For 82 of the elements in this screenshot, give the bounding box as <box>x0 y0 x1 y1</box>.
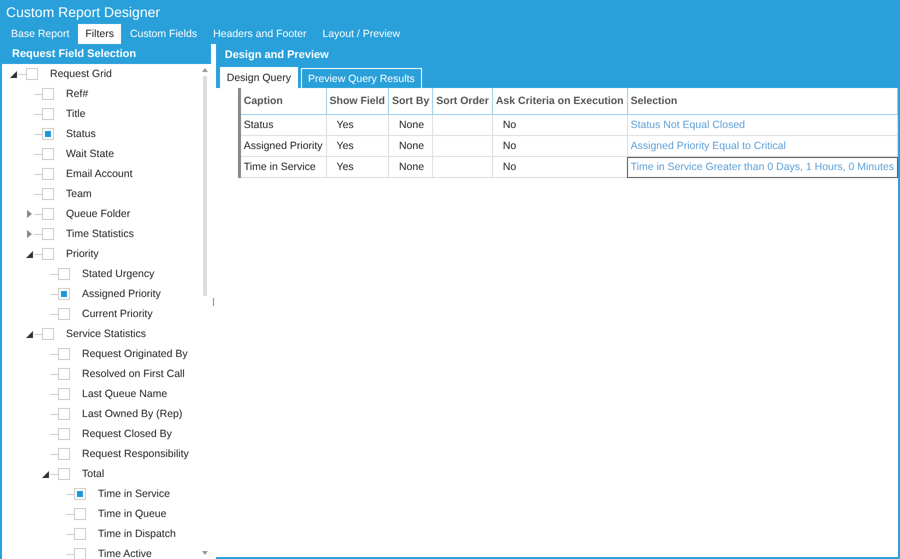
tree-item-label[interactable]: Resolved on First Call <box>82 368 185 380</box>
tree-item-label[interactable]: Stated Urgency <box>82 268 154 280</box>
checkbox[interactable] <box>42 328 54 340</box>
scroll-down-arrow-icon[interactable] <box>202 551 208 555</box>
tree-item-label[interactable]: Last Queue Name <box>82 388 168 400</box>
tree-item-label[interactable]: Current Priority <box>82 308 153 320</box>
checkbox[interactable] <box>58 388 70 400</box>
column-header[interactable]: Show Field <box>326 88 388 114</box>
table-cell[interactable]: Time in Service <box>240 156 326 178</box>
table-cell[interactable]: Status <box>240 114 326 136</box>
table-cell[interactable]: No <box>492 136 628 156</box>
tree-item-label[interactable]: Time in Dispatch <box>98 528 176 540</box>
tree-item-label[interactable]: Request Responsibility <box>82 448 189 460</box>
tree-item-label[interactable]: Time in Service <box>98 488 170 500</box>
scrollbar-thumb[interactable] <box>203 76 208 296</box>
checkbox[interactable] <box>58 368 70 380</box>
tab[interactable]: Filters <box>78 24 121 44</box>
checkbox[interactable] <box>42 148 54 160</box>
panel-header: Design and Preview <box>224 48 330 63</box>
tree-item-label[interactable]: Wait State <box>66 148 114 160</box>
expanded-triangle-icon[interactable] <box>10 70 16 78</box>
checkbox[interactable] <box>58 448 70 460</box>
panel-header: Request Field Selection <box>11 47 138 62</box>
tree-item-label[interactable]: Request Grid <box>50 68 112 80</box>
checkbox[interactable] <box>58 268 70 280</box>
tree-item-label[interactable]: Assigned Priority <box>82 288 161 300</box>
checkbox[interactable] <box>42 88 54 100</box>
checkbox[interactable] <box>42 188 54 200</box>
tab[interactable]: Design Query <box>220 67 298 88</box>
table-cell[interactable]: Yes <box>326 156 388 178</box>
checkbox[interactable] <box>58 288 70 300</box>
expanded-triangle-icon[interactable] <box>26 250 32 258</box>
checkbox[interactable] <box>42 248 54 260</box>
scroll-up-arrow-icon[interactable] <box>202 68 208 72</box>
table-cell[interactable]: None <box>388 136 433 156</box>
tree-item-label[interactable]: Last Owned By (Rep) <box>82 408 182 420</box>
checkbox[interactable] <box>74 528 86 540</box>
checkbox[interactable] <box>74 548 86 559</box>
table-cell[interactable]: None <box>388 156 433 178</box>
table-cell[interactable]: No <box>492 156 628 178</box>
tree-item-label[interactable]: Total <box>82 468 104 480</box>
checkbox[interactable] <box>58 468 70 480</box>
tree-item-label[interactable]: Request Closed By <box>82 428 172 440</box>
tree-item-label[interactable]: Email Account <box>66 168 133 180</box>
table-cell[interactable]: Yes <box>326 136 388 156</box>
column-header[interactable]: Selection <box>627 88 898 114</box>
table-cell[interactable]: No <box>492 114 628 136</box>
checkbox[interactable] <box>42 108 54 120</box>
window-title: Custom Report Designer <box>6 4 160 20</box>
tree-item-label[interactable]: Request Originated By <box>82 348 188 360</box>
checkbox[interactable] <box>42 128 54 140</box>
tree-item-label[interactable]: Status <box>66 128 96 140</box>
table-cell[interactable]: Assigned Priority <box>240 136 326 156</box>
tree-item-label[interactable]: Service Statistics <box>66 328 146 340</box>
checkbox[interactable] <box>42 228 54 240</box>
checkbox[interactable] <box>42 208 54 220</box>
table-cell[interactable]: Yes <box>326 114 388 136</box>
tree-item-label[interactable]: Team <box>66 188 92 200</box>
checkbox[interactable] <box>74 508 86 520</box>
column-header[interactable]: Ask Criteria on Execution <box>492 88 628 114</box>
tree-item-label[interactable]: Time Active <box>98 548 152 559</box>
checkbox[interactable] <box>42 168 54 180</box>
expanded-triangle-icon[interactable] <box>26 330 32 338</box>
checkbox[interactable] <box>26 68 38 80</box>
tree-item-label[interactable]: Ref# <box>66 88 88 100</box>
tree-item-label[interactable]: Title <box>66 108 86 120</box>
checkbox[interactable] <box>58 408 70 420</box>
tree-item-label[interactable]: Priority <box>66 248 99 260</box>
collapsed-triangle-icon[interactable] <box>26 230 32 238</box>
tree-item-label[interactable]: Queue Folder <box>66 208 130 220</box>
checkbox[interactable] <box>58 428 70 440</box>
checkbox[interactable] <box>74 488 86 500</box>
column-header[interactable]: Sort Order <box>432 88 492 114</box>
checkbox[interactable] <box>58 348 70 360</box>
tree-item-label[interactable]: Time Statistics <box>66 228 134 240</box>
checkbox[interactable] <box>58 308 70 320</box>
expanded-triangle-icon[interactable] <box>42 470 48 478</box>
collapsed-triangle-icon[interactable] <box>26 210 32 218</box>
table-cell[interactable]: None <box>388 114 433 136</box>
column-header[interactable]: Sort By <box>388 88 433 114</box>
tree-item-label[interactable]: Time in Queue <box>98 508 166 520</box>
column-header[interactable]: Caption <box>240 88 326 114</box>
